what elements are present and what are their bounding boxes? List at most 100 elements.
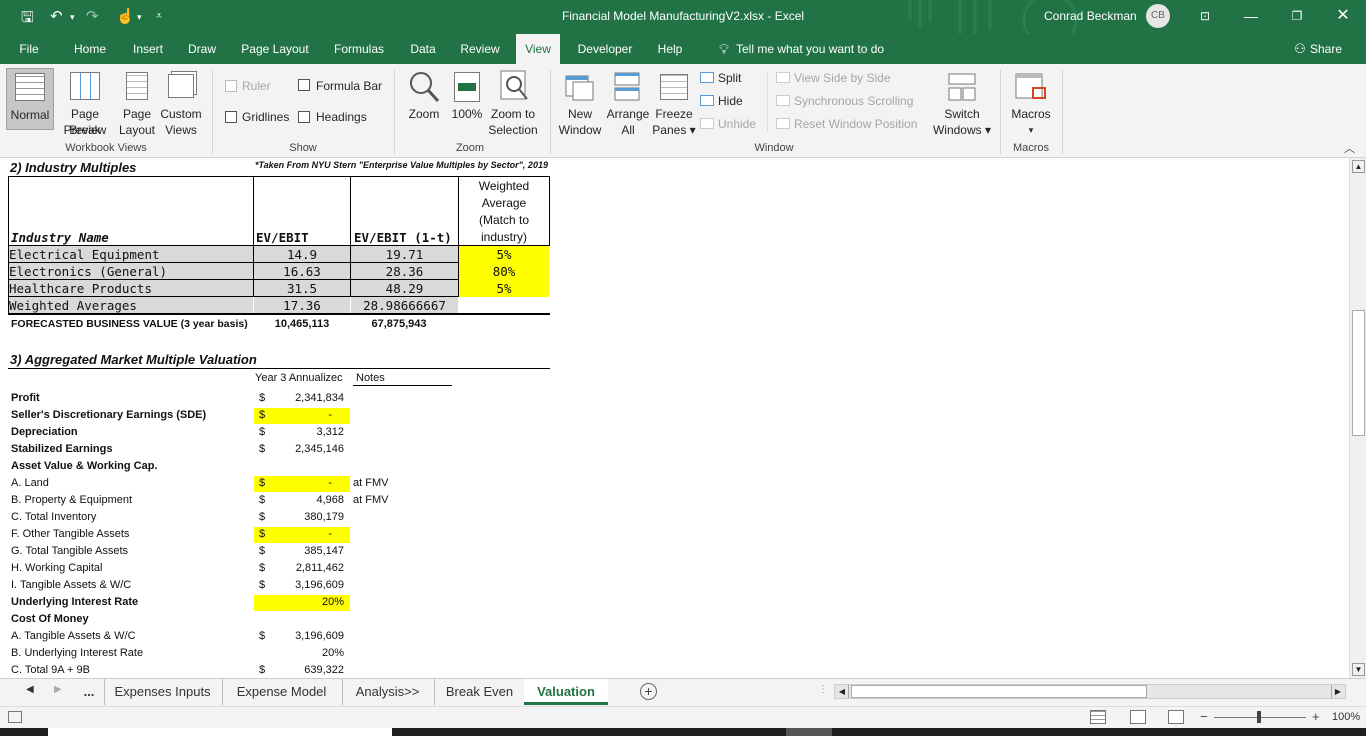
item-value[interactable]: - (254, 526, 332, 543)
tab-developer[interactable]: Developer (572, 34, 638, 64)
restore-icon[interactable]: ❐ (1282, 5, 1312, 27)
macro-record-icon[interactable] (8, 711, 22, 723)
item-label: G. Total Tangible Assets (11, 545, 128, 557)
scroll-left-icon[interactable]: ◀ (836, 685, 849, 698)
page-layout-view-button[interactable]: Page Layout (116, 68, 158, 138)
item-value[interactable]: 20% (254, 594, 344, 611)
item-value[interactable]: 385,147 (254, 543, 344, 560)
minimize-icon[interactable]: — (1236, 5, 1266, 27)
switch-windows-button[interactable]: Switch Windows ▾ (930, 68, 994, 138)
sheet-tab-expense-model[interactable]: Expense Model (222, 679, 340, 705)
page-layout-status-icon[interactable] (1130, 710, 1146, 724)
prev-sheet-icon[interactable]: ◀ (26, 684, 34, 695)
normal-view-button[interactable]: Normal (6, 68, 54, 130)
tab-draw[interactable]: Draw (182, 34, 222, 64)
arrange-all-button[interactable]: Arrange All (604, 68, 652, 138)
scroll-thumb[interactable] (1352, 310, 1365, 436)
item-label: I. Tangible Assets & W/C (11, 579, 132, 591)
tab-formulas[interactable]: Formulas (328, 34, 390, 64)
scroll-up-icon[interactable]: ▲ (1352, 160, 1365, 173)
zoom-slider-thumb[interactable] (1257, 711, 1261, 723)
item-value[interactable]: 20% (254, 645, 344, 662)
close-icon[interactable]: ✕ (1328, 5, 1358, 27)
zoom-in-icon[interactable]: + (1312, 709, 1320, 724)
item-value[interactable]: 3,196,609 (254, 628, 344, 645)
item-value[interactable]: 380,179 (254, 509, 344, 526)
tell-me-search[interactable]: Tell me what you want to do (736, 34, 896, 64)
split-icon (700, 72, 714, 83)
item-value[interactable]: - (254, 407, 332, 424)
zoom-button[interactable]: Zoom (402, 68, 446, 128)
item-value[interactable]: 639,322 (254, 662, 344, 678)
page-break-preview-button[interactable]: Page Break Preview (56, 68, 114, 138)
collapse-ribbon-icon[interactable]: ︿ (1344, 140, 1355, 156)
zoom-level[interactable]: 100% (1332, 711, 1360, 723)
sheet-tab-analysis[interactable]: Analysis>> (342, 679, 432, 705)
weight-cell[interactable]: 5% (459, 280, 549, 297)
hscroll-thumb[interactable] (851, 685, 1147, 698)
evebit-header: EV/EBIT (256, 230, 309, 245)
industry-cell: Healthcare Products (9, 280, 253, 297)
tab-view[interactable]: View (516, 34, 560, 64)
headings-checkbox[interactable] (298, 111, 310, 123)
tab-split-handle[interactable]: ⋮ (818, 684, 828, 695)
ribbon-display-options-icon[interactable]: ⊡ (1190, 5, 1220, 27)
item-value[interactable]: 3,196,609 (254, 577, 344, 594)
ruler-checkbox[interactable] (225, 80, 237, 92)
normal-view-status-icon[interactable] (1090, 710, 1106, 724)
evebit-1t-cell: 19.71 (351, 246, 458, 263)
tab-help[interactable]: Help (650, 34, 690, 64)
evebit-cell: 14.9 (254, 246, 350, 263)
item-value[interactable]: 2,341,834 (254, 390, 344, 407)
more-sheets-button[interactable]: ... (76, 679, 102, 705)
sheet-tab-valuation[interactable]: Valuation (524, 679, 608, 705)
item-label: A. Tangible Assets & W/C (11, 630, 136, 642)
custom-views-button[interactable]: Custom Views (158, 68, 204, 138)
sheet-tab-break-even[interactable]: Break Even (434, 679, 524, 705)
worksheet-grid[interactable]: 2) Industry Multiples *Taken From NYU St… (0, 158, 1349, 678)
item-value[interactable]: 4,968 (254, 492, 344, 509)
new-sheet-icon[interactable]: + (640, 683, 657, 700)
synchronous-scrolling-button[interactable]: Synchronous Scrolling (794, 93, 913, 109)
sheet-tab-expenses-inputs[interactable]: Expenses Inputs (104, 679, 220, 705)
zoom-out-icon[interactable]: − (1200, 709, 1208, 724)
gridlines-checkbox[interactable] (225, 111, 237, 123)
item-value[interactable]: 2,345,146 (254, 441, 344, 458)
scroll-right-icon[interactable]: ▶ (1331, 685, 1344, 698)
next-sheet-icon[interactable]: ▶ (54, 684, 62, 695)
formula-bar-checkbox[interactable] (298, 79, 310, 91)
weight-cell[interactable]: 5% (459, 246, 549, 263)
item-value[interactable]: - (254, 475, 332, 492)
freeze-panes-button[interactable]: Freeze Panes ▾ (652, 68, 696, 138)
view-side-by-side-button[interactable]: View Side by Side (794, 70, 891, 86)
macros-button[interactable]: Macros ▾ (1006, 68, 1056, 138)
page-break-status-icon[interactable] (1168, 710, 1184, 724)
reset-window-position-button[interactable]: Reset Window Position (794, 116, 917, 132)
horizontal-scrollbar[interactable]: ◀ ▶ (834, 684, 1346, 699)
taskbar-app[interactable] (786, 728, 832, 736)
vertical-scrollbar[interactable]: ▲ ▼ (1349, 158, 1366, 678)
unhide-button[interactable]: Unhide (718, 116, 756, 132)
zoom-to-selection-button[interactable]: Zoom to Selection (488, 68, 538, 138)
scroll-down-icon[interactable]: ▼ (1352, 663, 1365, 676)
user-name[interactable]: Conrad Beckman (1044, 9, 1137, 23)
hide-button[interactable]: Hide (718, 93, 743, 109)
taskbar-search[interactable] (48, 728, 392, 736)
tab-review[interactable]: Review (456, 34, 504, 64)
avatar[interactable]: CB (1146, 4, 1170, 28)
forecast-evebit-1t: 67,875,943 (371, 318, 427, 330)
group-workbook-views: Workbook Views (65, 142, 147, 154)
zoom-100-button[interactable]: 100% (448, 68, 486, 128)
share-button[interactable]: Share (1310, 34, 1350, 64)
split-button[interactable]: Split (718, 70, 741, 86)
item-value[interactable]: 3,312 (254, 424, 344, 441)
custom-views-label2: Views (165, 123, 197, 137)
item-value[interactable]: 2,811,462 (254, 560, 344, 577)
new-window-button[interactable]: New Window (556, 68, 604, 138)
tab-insert[interactable]: Insert (126, 34, 170, 64)
tab-home[interactable]: Home (66, 34, 114, 64)
weight-cell[interactable]: 80% (459, 263, 549, 280)
tab-data[interactable]: Data (404, 34, 442, 64)
tab-file[interactable]: File (10, 34, 48, 64)
tab-page-layout[interactable]: Page Layout (236, 34, 314, 64)
